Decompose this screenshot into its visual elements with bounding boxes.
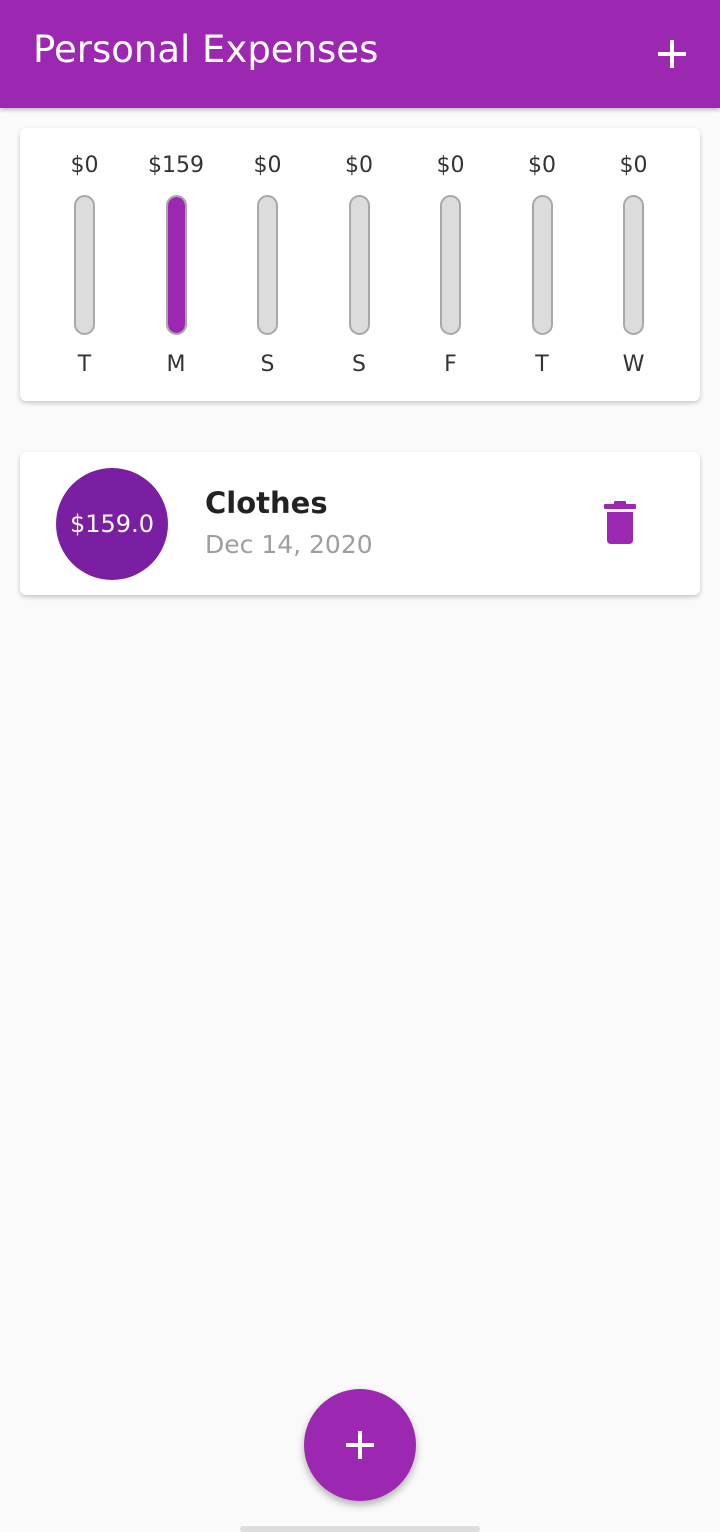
amount-avatar: $159.0 [56, 468, 168, 580]
trash-icon [604, 501, 636, 544]
plus-icon [346, 1431, 374, 1459]
bar-amount-label: $0 [70, 153, 99, 178]
chart-bar-2: $0 S [222, 128, 313, 401]
transaction-amount: $159.0 [70, 510, 154, 538]
bar-day-label: M [166, 352, 186, 377]
app-title: Personal Expenses [33, 28, 379, 71]
add-expense-button[interactable] [648, 30, 696, 78]
bar-track [440, 195, 461, 335]
floating-add-button[interactable] [304, 1389, 416, 1501]
delete-transaction-button[interactable] [598, 500, 642, 548]
bar-day-label: W [622, 352, 645, 377]
transaction-card: $159.0 Clothes Dec 14, 2020 [20, 452, 700, 595]
bar-track [531, 195, 553, 335]
bar-track [257, 195, 278, 335]
chart-bar-5: $0 T [497, 128, 588, 401]
bar-day-label: F [444, 352, 457, 377]
bar-track [165, 195, 187, 335]
bar-day-label: S [260, 352, 275, 377]
weekly-chart: $0 T $159 M $0 S $0 S $0 F $0 T $0 W [20, 128, 700, 401]
bar-day-label: T [535, 352, 549, 377]
chart-bar-0: $0 T [39, 128, 130, 401]
transaction-date: Dec 14, 2020 [205, 530, 373, 559]
bar-amount-label: $0 [436, 153, 465, 178]
bar-day-label: S [352, 352, 366, 377]
bar-amount-label: $159 [148, 153, 204, 178]
chart-bar-3: $0 S [314, 128, 405, 401]
bar-track [74, 195, 95, 335]
bar-amount-label: $0 [253, 153, 282, 178]
bar-amount-label: $0 [528, 153, 556, 178]
bar-day-label: T [77, 352, 92, 377]
bar-track [623, 195, 644, 335]
bar-amount-label: $0 [619, 153, 648, 178]
chart-bar-1: $159 M [131, 128, 222, 401]
home-indicator [240, 1526, 480, 1532]
plus-icon [658, 40, 686, 68]
bar-track [348, 195, 370, 335]
bar-amount-label: $0 [345, 153, 373, 178]
transaction-title: Clothes [205, 486, 328, 520]
chart-bar-6: $0 W [588, 128, 679, 401]
app-bar: Personal Expenses [0, 0, 720, 108]
chart-bar-4: $0 F [405, 128, 496, 401]
bar-fill [167, 197, 185, 333]
